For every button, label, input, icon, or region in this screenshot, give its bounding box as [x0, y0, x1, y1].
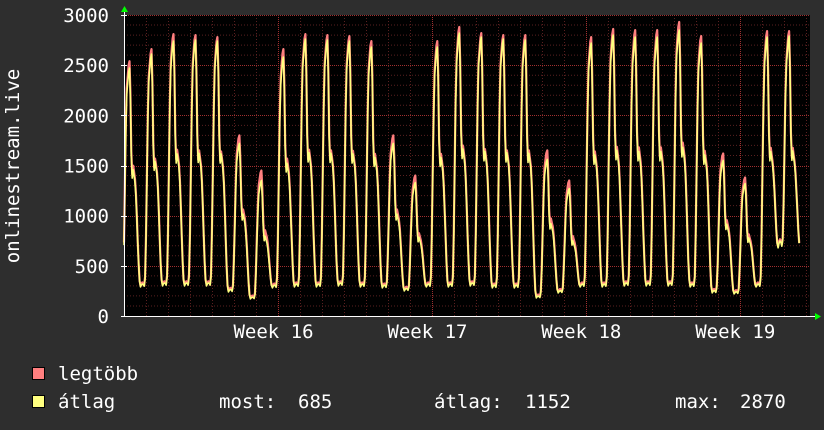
y-tick-labels: 0 500 1000 1500 2000 2500 3000 — [63, 5, 109, 328]
y-tick-label: 2500 — [63, 55, 109, 77]
y-tick-label: 3000 — [63, 5, 109, 27]
stat-most-value: 685 — [298, 391, 333, 413]
stat-avg-label: átlag: — [434, 391, 503, 413]
legend-label-max: legtöbb — [58, 363, 139, 385]
stat-most-label: most: — [219, 391, 277, 413]
stat-avg-value: 1152 — [525, 391, 571, 413]
stat-max-value: 2870 — [740, 391, 786, 413]
x-tick-labels: Week 16 Week 17 Week 18 Week 19 — [233, 321, 775, 343]
x-tick-label: Week 19 — [695, 321, 775, 343]
x-axis-arrow — [815, 313, 821, 320]
x-tick-label: Week 16 — [233, 321, 313, 343]
x-tick-label: Week 18 — [541, 321, 621, 343]
y-tick-label: 500 — [75, 256, 109, 278]
y-tick-label: 0 — [98, 306, 109, 328]
y-tick-label: 1500 — [63, 156, 109, 178]
legend-label-avg: átlag — [58, 391, 116, 413]
y-axis-label: onlinestream.live — [2, 69, 24, 263]
y-tick-label: 1000 — [63, 206, 109, 228]
legend-swatch-avg — [32, 395, 45, 408]
x-tick-label: Week 17 — [387, 321, 467, 343]
y-axis-arrow — [121, 6, 128, 12]
legend-swatch-max — [32, 367, 45, 380]
y-tick-label: 2000 — [63, 105, 109, 127]
stat-max-label: max: — [675, 391, 721, 413]
